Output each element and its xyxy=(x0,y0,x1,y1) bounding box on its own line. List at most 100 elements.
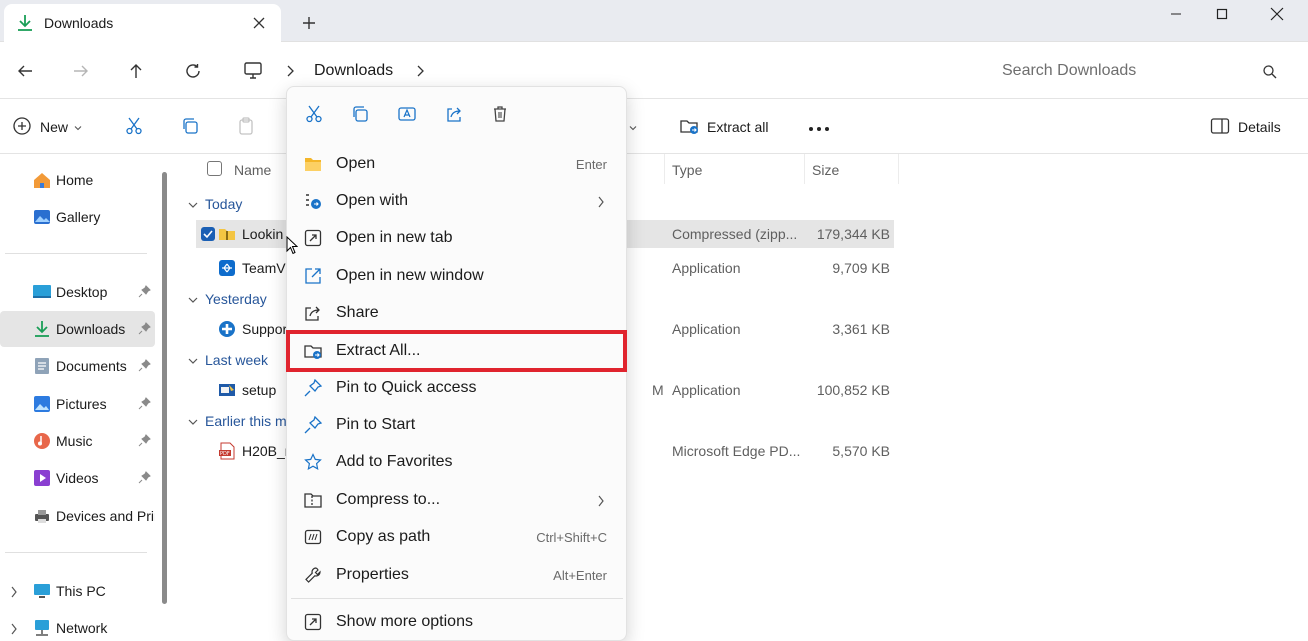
chevron-down-icon xyxy=(188,291,198,307)
search-box[interactable]: Search Downloads xyxy=(990,52,1290,90)
column-separator[interactable] xyxy=(898,154,899,184)
group-label: Earlier this m xyxy=(205,413,287,429)
gallery-icon xyxy=(32,207,52,227)
breadcrumb-chevron-icon[interactable] xyxy=(415,64,425,77)
sidebar-item-music[interactable]: Music xyxy=(0,423,155,459)
teamviewer-icon xyxy=(218,259,236,277)
wrench-icon xyxy=(304,566,322,584)
menu-item-label: Share xyxy=(336,304,379,321)
sidebar-scrollbar[interactable] xyxy=(162,172,167,604)
menu-separator xyxy=(291,598,623,599)
extract-all-button[interactable]: Extract all xyxy=(679,113,768,141)
menu-item-open-with[interactable]: Open with xyxy=(291,183,623,219)
column-separator[interactable] xyxy=(664,154,665,184)
chevron-right-icon xyxy=(597,195,605,208)
group-label: Today xyxy=(205,196,243,212)
group-label: Last week xyxy=(205,352,269,368)
copy-button[interactable] xyxy=(180,113,200,141)
column-header-size[interactable]: Size xyxy=(812,162,839,178)
tab-close-icon[interactable] xyxy=(248,12,270,34)
file-size: 9,709 KB xyxy=(832,260,890,276)
sidebar-item-home[interactable]: Home xyxy=(0,162,155,198)
menu-item-open-in-new-tab[interactable]: Open in new tab xyxy=(291,220,623,256)
share-action[interactable] xyxy=(440,101,468,129)
sort-dropdown-chevron[interactable] xyxy=(629,113,637,141)
chevron-down-icon xyxy=(629,119,637,135)
search-icon[interactable] xyxy=(1262,64,1278,80)
highlight-box xyxy=(286,330,627,372)
sidebar-item-downloads[interactable]: Downloads xyxy=(0,311,155,347)
open-with-icon xyxy=(304,192,322,210)
group-header-today[interactable]: Today xyxy=(188,196,242,212)
more-options-icon xyxy=(304,613,322,631)
row-checkbox[interactable] xyxy=(201,227,215,241)
sidebar-item-documents[interactable]: Documents xyxy=(0,348,155,384)
sidebar-item-videos[interactable]: Videos xyxy=(0,460,155,496)
sidebar-item-pictures[interactable]: Pictures xyxy=(0,386,155,422)
new-button[interactable]: New xyxy=(12,113,82,141)
group-header-yesterday[interactable]: Yesterday xyxy=(188,291,267,307)
menu-item-shortcut: Enter xyxy=(575,157,607,172)
mouse-cursor-icon xyxy=(286,235,299,255)
tab-downloads[interactable]: Downloads xyxy=(4,4,281,42)
refresh-button[interactable] xyxy=(180,58,206,84)
menu-item-compress-to[interactable]: Compress to... xyxy=(291,482,623,518)
close-window-button[interactable] xyxy=(1254,0,1300,28)
menu-item-show-more-options[interactable]: Show more options xyxy=(291,604,623,640)
sidebar-item-desktop[interactable]: Desktop xyxy=(0,274,155,310)
chevron-down-icon xyxy=(74,119,82,135)
cut-action[interactable] xyxy=(300,101,328,129)
breadcrumb-downloads[interactable]: Downloads xyxy=(314,62,393,80)
menu-item-open-in-new-window[interactable]: Open in new window xyxy=(291,258,623,294)
new-button-label: New xyxy=(40,119,69,135)
pin-icon[interactable] xyxy=(138,471,151,484)
menu-item-share[interactable]: Share xyxy=(291,295,623,331)
new-tab-button[interactable] xyxy=(298,12,320,34)
pin-icon[interactable] xyxy=(138,285,151,298)
file-name: H20B_r xyxy=(242,443,290,459)
cut-button[interactable] xyxy=(124,113,144,141)
breadcrumb-this-pc-icon[interactable] xyxy=(242,59,264,81)
menu-item-add-to-favorites[interactable]: Add to Favorites xyxy=(291,444,623,480)
group-header-earlier-this-month[interactable]: Earlier this m xyxy=(188,413,287,429)
chevron-right-icon[interactable] xyxy=(10,622,18,638)
file-name: setup xyxy=(242,382,277,398)
pin-icon[interactable] xyxy=(138,434,151,447)
menu-item-properties[interactable]: Properties Alt+Enter xyxy=(291,557,623,593)
pin-icon[interactable] xyxy=(138,322,151,335)
up-button[interactable] xyxy=(123,58,149,84)
back-button[interactable] xyxy=(12,58,38,84)
home-icon xyxy=(32,170,52,190)
forward-button[interactable] xyxy=(68,58,94,84)
maximize-button[interactable] xyxy=(1199,0,1245,28)
rename-action[interactable] xyxy=(393,101,421,129)
column-header-name[interactable]: Name xyxy=(234,162,271,178)
pin-icon[interactable] xyxy=(138,359,151,372)
sidebar-item-gallery[interactable]: Gallery xyxy=(0,199,155,235)
column-separator[interactable] xyxy=(804,154,805,184)
delete-action[interactable] xyxy=(486,101,514,129)
menu-item-label: Open xyxy=(336,155,376,172)
menu-item-label: Properties xyxy=(336,566,409,583)
menu-item-label: Copy as path xyxy=(336,528,431,545)
sidebar-item-this-pc[interactable]: This PC xyxy=(0,573,155,609)
minimize-button[interactable] xyxy=(1153,0,1199,28)
menu-item-pin-to-start[interactable]: Pin to Start xyxy=(291,407,623,443)
menu-item-pin-to-quick-access[interactable]: Pin to Quick access xyxy=(291,370,623,406)
menu-item-open[interactable]: Open Enter xyxy=(291,146,623,182)
chevron-right-icon[interactable] xyxy=(10,585,18,601)
breadcrumb-chevron-icon[interactable] xyxy=(285,64,295,77)
sidebar-item-network[interactable]: Network xyxy=(0,610,155,641)
sidebar-item-devices-and-printers[interactable]: Devices and Prir xyxy=(0,498,155,534)
column-header-type[interactable]: Type xyxy=(672,162,702,178)
copy-action[interactable] xyxy=(346,101,374,129)
menu-item-label: Open with xyxy=(336,192,409,209)
search-placeholder: Search Downloads xyxy=(1002,62,1137,79)
select-all-checkbox[interactable] xyxy=(207,161,222,176)
paste-button[interactable] xyxy=(236,113,256,141)
group-header-last-week[interactable]: Last week xyxy=(188,352,268,368)
menu-item-copy-as-path[interactable]: Copy as path Ctrl+Shift+C xyxy=(291,519,623,555)
details-button[interactable]: Details xyxy=(1210,113,1281,141)
more-options-button[interactable] xyxy=(808,113,830,141)
pin-icon[interactable] xyxy=(138,397,151,410)
